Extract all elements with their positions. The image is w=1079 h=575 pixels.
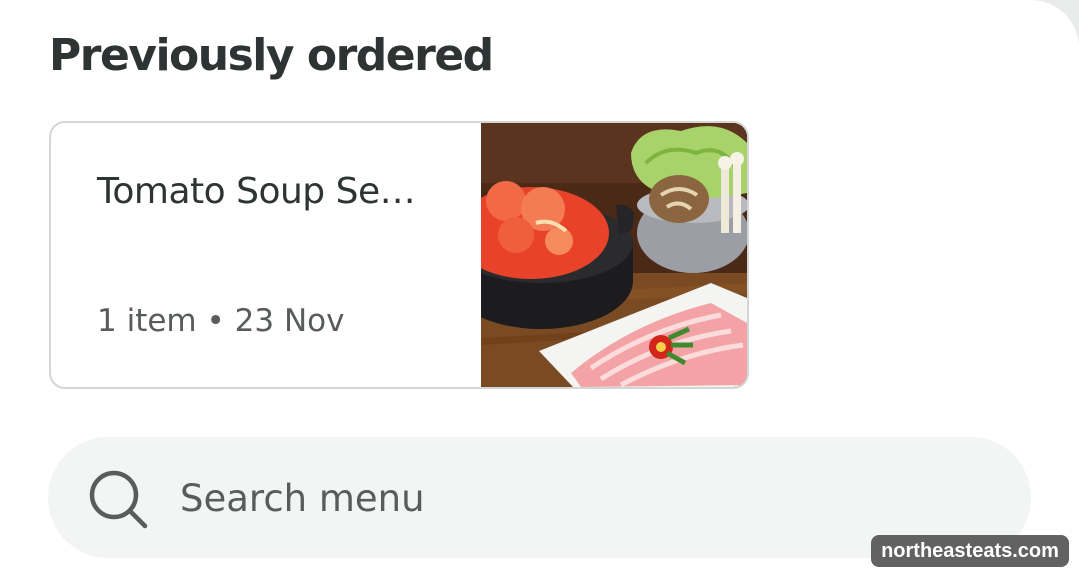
watermark-label: northeasteats.com bbox=[871, 535, 1069, 567]
meta-separator: • bbox=[206, 303, 225, 339]
menu-sheet: Previously ordered Tomato Soup Se… 1 ite… bbox=[0, 0, 1079, 575]
order-food-image bbox=[481, 123, 747, 387]
order-item-count: 1 item bbox=[97, 303, 197, 339]
previous-order-card[interactable]: Tomato Soup Se… 1 item • 23 Nov bbox=[49, 121, 749, 389]
order-meta: 1 item • 23 Nov bbox=[97, 303, 344, 339]
order-item-name: Tomato Soup Se… bbox=[97, 171, 416, 212]
section-title: Previously ordered bbox=[49, 30, 494, 81]
search-icon[interactable] bbox=[88, 469, 148, 529]
search-input[interactable]: Search menu bbox=[180, 477, 425, 520]
order-date: 23 Nov bbox=[234, 303, 345, 339]
